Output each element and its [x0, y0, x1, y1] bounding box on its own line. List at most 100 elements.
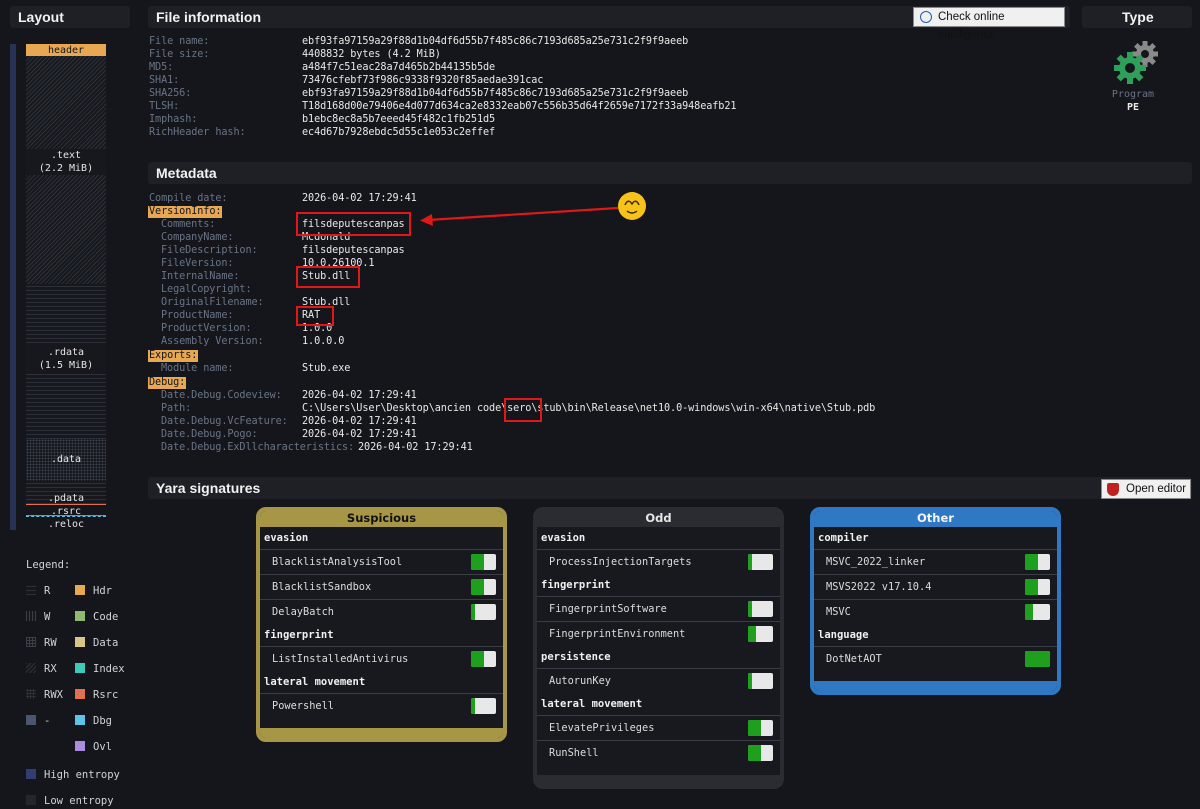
yara-rule[interactable]: DelayBatch	[260, 599, 503, 624]
yara-rule[interactable]: DotNetAOT	[814, 646, 1057, 671]
yara-rule-toggle[interactable]	[748, 554, 773, 570]
yara-rule-toggle[interactable]	[1025, 554, 1050, 570]
yara-rule-toggle[interactable]	[471, 554, 496, 570]
productversion-key: ProductVersion:	[161, 323, 252, 334]
yara-category: compiler	[818, 532, 869, 544]
yara-header: Yara signatures	[148, 477, 1192, 499]
legend-dbg-swatch	[75, 715, 85, 725]
yara-rule-name: MSVC_2022_linker	[826, 556, 926, 568]
yara-panel-other: Other compiler MSVC_2022_linker MSVS2022 v1…	[810, 507, 1061, 695]
imphash-key: Imphash:	[149, 114, 198, 125]
yara-category: language	[818, 629, 869, 641]
yara-rule-toggle[interactable]	[748, 720, 773, 736]
entropy-bar	[10, 44, 16, 530]
codeview-key: Date.Debug.Codeview:	[161, 390, 282, 401]
legalcopyright-key: LegalCopyright:	[161, 284, 252, 295]
yara-rule-toggle[interactable]	[471, 579, 496, 595]
sha256-value: ebf93fa97159a29f88d1b04df6d55b7f485c86c7…	[302, 88, 689, 99]
yara-rule[interactable]: FingerprintEnvironment	[537, 621, 780, 646]
productname-key: ProductName:	[161, 310, 234, 321]
open-editor-label: Open editor	[1126, 483, 1187, 495]
yara-rule-toggle-fill	[748, 554, 752, 570]
compile-date-value: 2026-04-02 17:29:41	[302, 193, 417, 204]
type-kind: Program	[1111, 89, 1155, 100]
yara-rule[interactable]: MSVC_2022_linker	[814, 549, 1057, 574]
metadata-header: Metadata	[148, 162, 1192, 184]
legend-ovl-swatch	[75, 741, 85, 751]
check-online-intelligence-label: Check online intelligence	[938, 11, 1005, 41]
section-rdata-size: (1.5 MiB)	[26, 359, 106, 372]
yara-rule[interactable]: ListInstalledAntivirus	[260, 646, 503, 671]
legend-code: Code	[75, 611, 118, 623]
yara-rule-toggle-fill	[471, 651, 484, 667]
legend-rx: RX	[26, 663, 57, 675]
yara-rule-toggle[interactable]	[1025, 651, 1050, 667]
yara-rule[interactable]: FingerprintSoftware	[537, 596, 780, 621]
yara-rule-name: ListInstalledAntivirus	[272, 653, 409, 665]
legend-rsrc: Rsrc	[75, 689, 118, 701]
yara-rule[interactable]: Powershell	[260, 693, 503, 718]
modulename-value: Stub.exe	[302, 363, 351, 374]
legend-rw-swatch	[26, 637, 36, 647]
legend-ovl: Ovl	[75, 741, 112, 753]
assemblyversion-key: Assembly Version:	[161, 336, 264, 347]
yara-rule[interactable]: MSVC	[814, 599, 1057, 624]
legend-hdr: Hdr	[75, 585, 112, 597]
type-header: Type	[1082, 6, 1192, 28]
highlight-comments	[296, 212, 411, 236]
globe-icon	[920, 11, 932, 23]
debug-label: Debug:	[148, 377, 187, 389]
legend-data-swatch	[75, 637, 85, 647]
legend-w-swatch	[26, 611, 36, 621]
legend-rx-swatch	[26, 663, 36, 673]
yara-rule-toggle[interactable]	[471, 651, 496, 667]
yara-rule-name: Powershell	[272, 700, 334, 712]
open-editor-button[interactable]: Open editor	[1101, 479, 1191, 499]
fileversion-key: FileVersion:	[161, 258, 234, 269]
pogo-key: Date.Debug.Pogo:	[161, 429, 258, 440]
yara-rule-toggle-fill	[748, 745, 761, 761]
sha1-key: SHA1:	[149, 75, 180, 86]
gear-icon	[1114, 41, 1158, 84]
yara-rule[interactable]: RunShell	[537, 740, 780, 765]
yara-rule[interactable]: ProcessInjectionTargets	[537, 549, 780, 574]
yara-rule-toggle-fill	[748, 720, 761, 736]
file-size-value: 4408832 bytes (4.2 MiB)	[302, 49, 441, 60]
yara-rule[interactable]: AutorunKey	[537, 668, 780, 693]
yara-rule-name: MSVS2022 v17.10.4	[826, 581, 932, 593]
yara-rule-toggle[interactable]	[748, 626, 773, 642]
legend-index-swatch	[75, 663, 85, 673]
yara-rule-name: DotNetAOT	[826, 653, 882, 665]
check-online-intelligence-button[interactable]: Check online intelligence	[913, 7, 1065, 41]
type-panel: Program PE	[1100, 36, 1166, 116]
yara-category: evasion	[264, 532, 309, 544]
yara-rule-toggle[interactable]	[471, 698, 496, 714]
filedescription-value: filsdeputescanpas	[302, 245, 405, 256]
legend-low-entropy: Low entropy	[26, 795, 114, 807]
yara-panel-footer	[537, 775, 780, 785]
vcfeature-value: 2026-04-02 17:29:41	[302, 416, 417, 427]
yara-rule[interactable]: ElevatePrivileges	[537, 715, 780, 740]
yara-rule[interactable]: BlacklistSandbox	[260, 574, 503, 599]
shield-icon	[1107, 483, 1119, 496]
yara-rule-toggle-fill	[471, 579, 484, 595]
originalfilename-key: OriginalFilename:	[161, 297, 264, 308]
filedescription-key: FileDescription:	[161, 245, 258, 256]
yara-rule-toggle[interactable]	[748, 601, 773, 617]
yara-panel-title: Suspicious	[260, 511, 503, 527]
yara-rule-toggle[interactable]	[748, 673, 773, 689]
yara-rule-name: AutorunKey	[549, 675, 611, 687]
tlsh-key: TLSH:	[149, 101, 180, 112]
yara-rule-toggle[interactable]	[748, 745, 773, 761]
yara-rule-toggle[interactable]	[471, 604, 496, 620]
yara-rule[interactable]: MSVS2022 v17.10.4	[814, 574, 1057, 599]
yara-category: persistence	[541, 651, 611, 663]
legend-data: Data	[75, 637, 118, 649]
yara-rule[interactable]: BlacklistAnalysisTool	[260, 549, 503, 574]
yara-rule-name: BlacklistAnalysisTool	[272, 556, 403, 568]
yara-category: fingerprint	[541, 579, 611, 591]
md5-value: a484f7c51eac28a7d465b2b44135b5de	[302, 62, 496, 73]
yara-rule-toggle[interactable]	[1025, 579, 1050, 595]
yara-rule-toggle-fill	[471, 698, 475, 714]
yara-rule-toggle[interactable]	[1025, 604, 1050, 620]
